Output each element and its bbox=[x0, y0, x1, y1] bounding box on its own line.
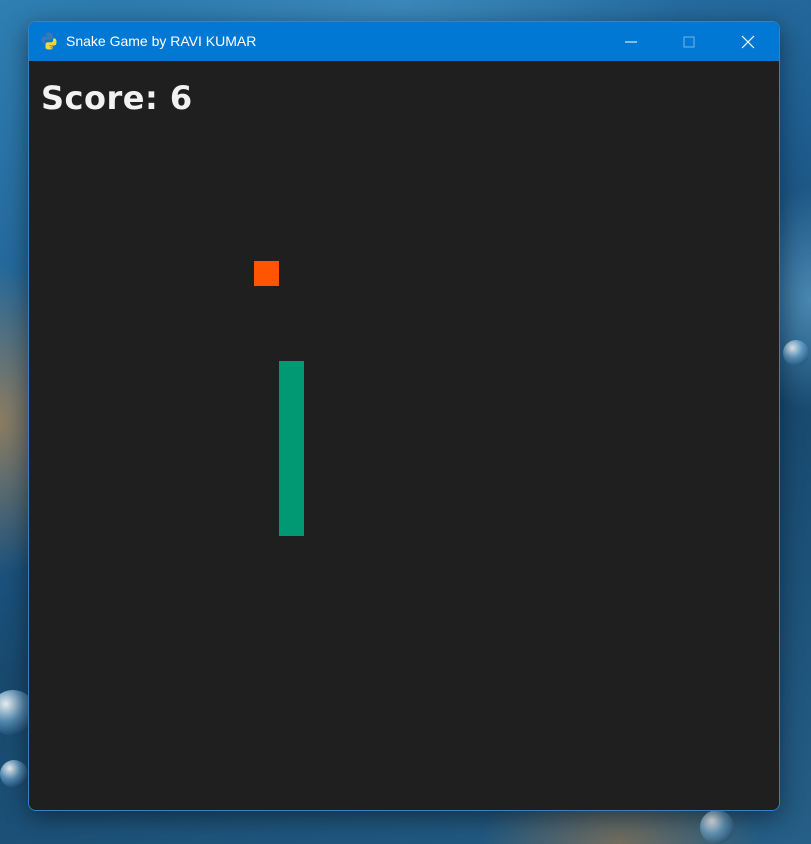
snake-segment bbox=[279, 436, 304, 461]
food-block bbox=[254, 261, 279, 286]
window-title: Snake Game by RAVI KUMAR bbox=[66, 33, 257, 49]
minimize-icon bbox=[625, 41, 637, 42]
close-icon bbox=[741, 35, 755, 48]
maximize-icon bbox=[683, 36, 695, 47]
snake-segment bbox=[279, 511, 304, 536]
snake-segment bbox=[279, 361, 304, 386]
python-icon bbox=[41, 32, 57, 50]
score-display: Score: 6 bbox=[41, 79, 193, 117]
close-button[interactable] bbox=[719, 22, 777, 61]
snake-body bbox=[279, 361, 304, 536]
minimize-button[interactable] bbox=[602, 22, 660, 61]
snake-segment bbox=[279, 461, 304, 486]
maximize-button[interactable] bbox=[660, 22, 718, 61]
snake-segment bbox=[279, 386, 304, 411]
wallpaper-droplet bbox=[0, 760, 28, 788]
snake-segment bbox=[279, 486, 304, 511]
snake-segment bbox=[279, 411, 304, 436]
game-canvas[interactable]: Score: 6 bbox=[29, 61, 779, 810]
wallpaper-droplet bbox=[700, 810, 734, 844]
game-window[interactable]: Snake Game by RAVI KUMAR Score: 6 bbox=[28, 21, 780, 811]
title-bar[interactable]: Snake Game by RAVI KUMAR bbox=[29, 22, 779, 61]
wallpaper-droplet bbox=[783, 340, 809, 366]
